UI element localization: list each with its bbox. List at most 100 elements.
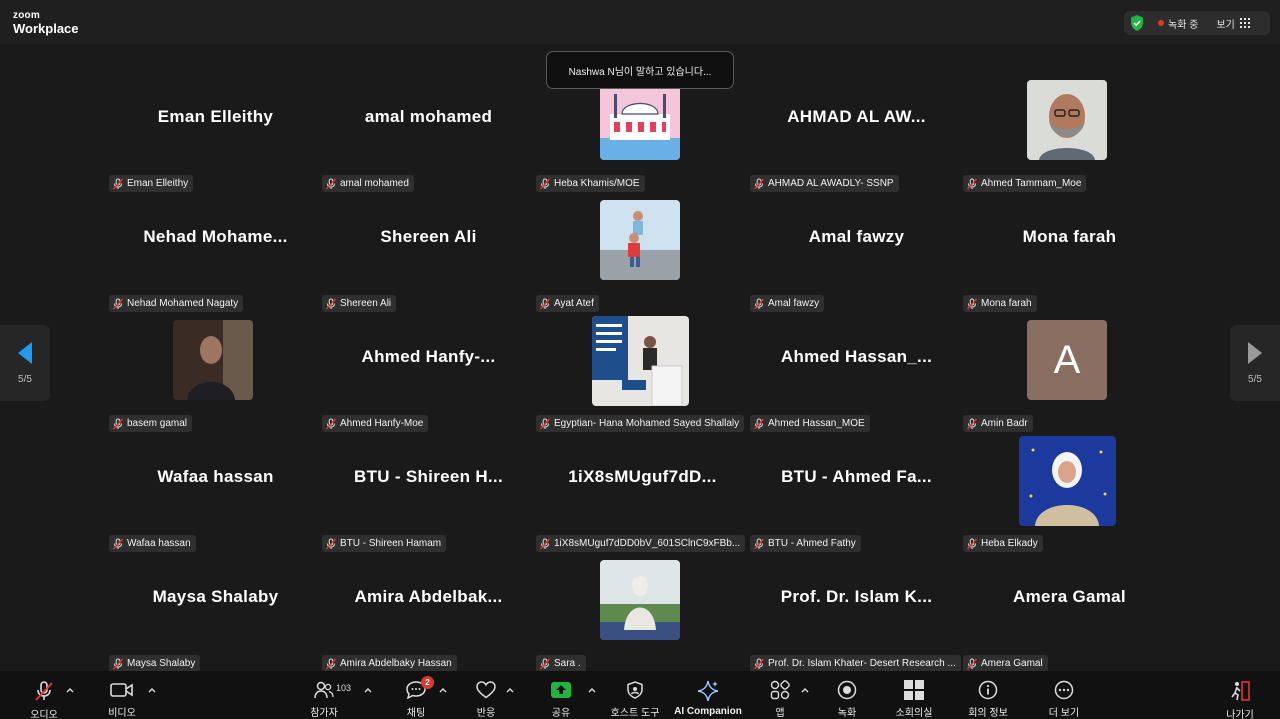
leave-button[interactable]: 나가기	[1218, 671, 1262, 719]
logo-top-text: zoom	[13, 10, 40, 21]
reactions-caret-icon[interactable]	[505, 685, 515, 695]
participant-tile[interactable]: Ahmed Hassan_... Ahmed Hassan_MOE	[750, 320, 963, 440]
chat-label: 채팅	[406, 708, 426, 719]
participant-display-name: amal mohamed	[364, 107, 493, 126]
participant-tile[interactable]: Sara .	[536, 560, 749, 680]
participant-tile[interactable]: Wafaa hassan Wafaa hassan	[109, 440, 322, 560]
participant-tile[interactable]: 1iX8sMUguf7dD... 1iX8sMUguf7dDD0bV_601SCl…	[536, 440, 749, 560]
participant-tile[interactable]: Ayat Atef	[536, 200, 749, 320]
participant-name-label: basem gamal	[109, 415, 193, 432]
leave-label: 나가기	[1226, 710, 1254, 719]
participants-button[interactable]: 103 참가자	[304, 671, 351, 719]
participant-name-label: Maysa Shalaby	[109, 655, 201, 672]
view-button-label[interactable]: 보기	[1216, 16, 1234, 31]
record-button[interactable]: 녹화	[827, 671, 867, 719]
participant-tile[interactable]: Egyptian- Hana Mohamed Sayed Shallaly	[536, 316, 749, 440]
muted-mic-icon	[753, 658, 765, 669]
meeting-info-button[interactable]: 회의 정보	[962, 671, 1014, 719]
participant-tile[interactable]: amal mohamed amal mohamed	[322, 80, 535, 200]
participant-tile[interactable]: Heba Khamis/MOE	[536, 80, 749, 200]
muted-mic-icon	[539, 418, 551, 429]
participant-tile[interactable]: Nehad Mohame... Nehad Mohamed Nagaty	[109, 200, 322, 320]
participant-name-label: Eman Elleithy	[109, 175, 194, 192]
participant-name-text: amal mohamed	[340, 178, 409, 189]
prev-page-button[interactable]: 5/5	[0, 325, 50, 401]
participant-tile[interactable]: Mona farah Mona farah	[963, 200, 1176, 320]
participant-tile[interactable]: AHMAD AL AW... AHMAD AL AWADLY- SSNP	[750, 80, 963, 200]
participant-name-text: BTU - Ahmed Fathy	[768, 538, 856, 549]
apps-caret-icon[interactable]	[800, 685, 810, 695]
more-button[interactable]: 더 보기	[1040, 671, 1088, 719]
participant-photo	[600, 80, 680, 160]
participant-photo	[1027, 80, 1107, 160]
audio-label: 오디오	[30, 710, 58, 719]
participant-photo	[600, 560, 680, 640]
meeting-toolbar: 오디오 비디오 103 참가자 2 채팅 반응 공유 호스트 도구 AI Com…	[0, 671, 1280, 719]
participant-tile[interactable]: A Amin Badr	[963, 320, 1176, 440]
participant-tile[interactable]: Ahmed Hanfy-... Ahmed Hanfy-Moe	[322, 320, 535, 440]
participant-name-label: Egyptian- Hana Mohamed Sayed Shallaly	[536, 415, 745, 432]
grid-view-icon[interactable]	[1239, 18, 1250, 28]
muted-mic-icon	[112, 658, 124, 669]
participants-caret-icon[interactable]	[363, 685, 373, 695]
apps-button[interactable]: 앱	[760, 671, 800, 719]
host-tools-button[interactable]: 호스트 도구	[605, 671, 665, 719]
recording-status[interactable]: 녹화 중	[1168, 16, 1198, 31]
participant-tile[interactable]: Amira Abdelbak... Amira Abdelbaky Hassan	[322, 560, 535, 680]
muted-mic-icon	[539, 178, 551, 189]
participant-name-label: Ahmed Tammam_Moe	[963, 175, 1087, 192]
participants-label: 참가자	[310, 708, 338, 719]
chat-caret-icon[interactable]	[438, 685, 448, 695]
share-caret-icon[interactable]	[587, 685, 597, 695]
ai-companion-button[interactable]: AI Companion	[672, 671, 744, 719]
participant-name-text: Amera Gamal	[981, 658, 1043, 669]
next-page-button[interactable]: 5/5	[1230, 325, 1280, 401]
participant-tile[interactable]: Heba Elkady	[963, 436, 1176, 560]
participant-display-name: Prof. Dr. Islam K...	[780, 587, 933, 606]
participant-display-name: Amal fawzy	[808, 227, 905, 246]
participant-name-text: BTU - Shireen Hamam	[340, 538, 442, 549]
participant-tile[interactable]: Prof. Dr. Islam K... Prof. Dr. Islam Khat…	[750, 560, 963, 680]
participant-photo	[1019, 436, 1116, 526]
breakout-rooms-button[interactable]: 소회의실	[889, 671, 939, 719]
participant-tile[interactable]: Maysa Shalaby Maysa Shalaby	[109, 560, 322, 680]
video-camera-icon	[110, 683, 133, 697]
audio-button[interactable]: 오디오	[24, 671, 64, 719]
reactions-button[interactable]: 반응	[466, 671, 506, 719]
participant-name-label: Heba Elkady	[963, 535, 1043, 552]
participant-tile[interactable]: Amal fawzy Amal fawzy	[750, 200, 963, 320]
participant-photo	[173, 320, 253, 400]
share-screen-button[interactable]: 공유	[541, 671, 581, 719]
participant-tile[interactable]: BTU - Ahmed Fa... BTU - Ahmed Fathy	[750, 440, 963, 560]
participant-tile[interactable]: Amera Gamal Amera Gamal	[963, 560, 1176, 680]
avatar-initial: A	[1053, 337, 1081, 382]
audio-options-caret-icon[interactable]	[65, 685, 75, 695]
video-options-caret-icon[interactable]	[147, 685, 157, 695]
participant-name-label: AHMAD AL AWADLY- SSNP	[750, 175, 899, 192]
participant-tile[interactable]: BTU - Shireen H... BTU - Shireen Hamam	[322, 440, 535, 560]
participant-name-text: Amal fawzy	[768, 298, 820, 309]
record-icon	[837, 680, 857, 700]
participants-icon	[314, 681, 334, 699]
participant-tile[interactable]: Shereen Ali Shereen Ali	[322, 200, 535, 320]
participant-tile[interactable]: basem gamal	[109, 320, 322, 440]
more-dots-icon	[1054, 680, 1074, 700]
participant-name-label: BTU - Shireen Hamam	[322, 535, 447, 552]
ai-companion-label: AI Companion	[674, 706, 742, 717]
participant-display-name: Amera Gamal	[1013, 587, 1126, 606]
participant-tile[interactable]: Eman Elleithy Eman Elleithy	[109, 80, 322, 200]
page-indicator-left: 5/5	[18, 373, 32, 385]
participant-name-text: Nehad Mohamed Nagaty	[127, 298, 239, 309]
muted-mic-icon	[325, 418, 337, 429]
muted-mic-icon	[325, 178, 337, 189]
shield-check-icon[interactable]	[1130, 15, 1144, 31]
chat-button[interactable]: 2 채팅	[396, 671, 436, 719]
top-bar: zoom Workplace 녹화 중 보기	[0, 0, 1280, 44]
muted-mic-icon	[753, 178, 765, 189]
video-button[interactable]: 비디오	[102, 671, 142, 719]
apps-icon	[770, 680, 790, 700]
participant-tile[interactable]: Ahmed Tammam_Moe	[963, 80, 1176, 200]
muted-mic-icon	[539, 538, 551, 549]
muted-mic-icon	[112, 298, 124, 309]
chevron-left-icon	[18, 341, 32, 364]
